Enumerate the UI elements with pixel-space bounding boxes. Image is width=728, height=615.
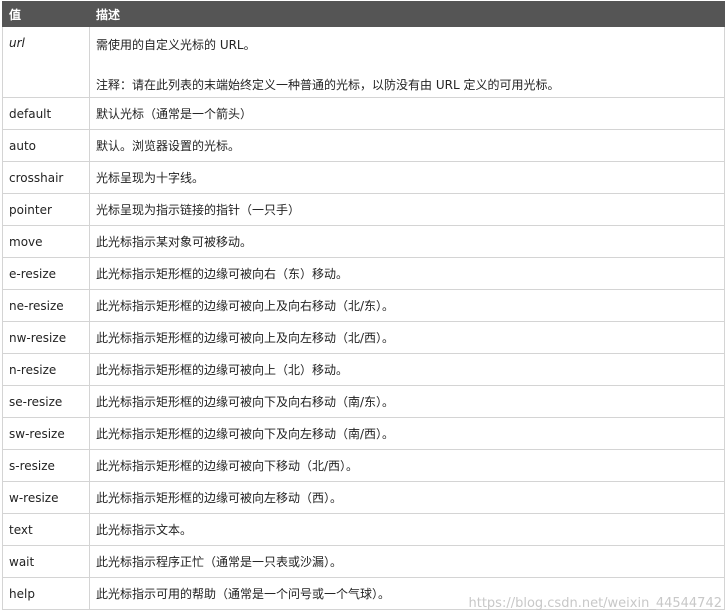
description-cell: 此光标指示文本。 [89, 513, 725, 546]
description-cell: 此光标指示矩形框的边缘可被向上及向左移动（北/西）。 [89, 321, 725, 354]
value-cell: wait [2, 545, 90, 578]
cursor-values-table-container: 值 描述 url 需使用的自定义光标的 URL。 注释：请在此列表的末端始终定义… [2, 1, 725, 610]
value-cell: url [2, 26, 90, 98]
description-cell: 此光标指示矩形框的边缘可被向上（北）移动。 [89, 353, 725, 386]
description-cell: 此光标指示某对象可被移动。 [89, 225, 725, 258]
value-cell: help [2, 577, 90, 610]
table-row: ne-resize 此光标指示矩形框的边缘可被向上及向右移动（北/东）。 [2, 289, 725, 322]
description-cell: 此光标指示矩形框的边缘可被向右（东）移动。 [89, 257, 725, 290]
description-cell: 此光标指示矩形框的边缘可被向上及向右移动（北/东）。 [89, 289, 725, 322]
description-cell: 默认光标（通常是一个箭头） [89, 97, 725, 130]
header-description: 描述 [89, 1, 725, 27]
description-cell: 此光标指示程序正忙（通常是一只表或沙漏）。 [89, 545, 725, 578]
table-row-url: url 需使用的自定义光标的 URL。 注释：请在此列表的末端始终定义一种普通的… [2, 26, 725, 98]
value-cell: n-resize [2, 353, 90, 386]
table-row: nw-resize 此光标指示矩形框的边缘可被向上及向左移动（北/西）。 [2, 321, 725, 354]
table-row: crosshair 光标呈现为十字线。 [2, 161, 725, 194]
table-row: e-resize 此光标指示矩形框的边缘可被向右（东）移动。 [2, 257, 725, 290]
table-row: auto 默认。浏览器设置的光标。 [2, 129, 725, 162]
value-cell: move [2, 225, 90, 258]
table-row: text 此光标指示文本。 [2, 513, 725, 546]
value-cell: se-resize [2, 385, 90, 418]
table-row: default 默认光标（通常是一个箭头） [2, 97, 725, 130]
description-cell: 此光标指示矩形框的边缘可被向左移动（西）。 [89, 481, 725, 514]
description-cell: 此光标指示矩形框的边缘可被向下及向左移动（南/西）。 [89, 417, 725, 450]
value-cell: w-resize [2, 481, 90, 514]
value-cell: auto [2, 129, 90, 162]
table-row: s-resize 此光标指示矩形框的边缘可被向下移动（北/西）。 [2, 449, 725, 482]
description-cell: 需使用的自定义光标的 URL。 注释：请在此列表的末端始终定义一种普通的光标，以… [89, 26, 725, 98]
value-cell: default [2, 97, 90, 130]
table-row: w-resize 此光标指示矩形框的边缘可被向左移动（西）。 [2, 481, 725, 514]
description-cell: 默认。浏览器设置的光标。 [89, 129, 725, 162]
value-cell: text [2, 513, 90, 546]
table-header-row: 值 描述 [2, 1, 725, 27]
value-cell: e-resize [2, 257, 90, 290]
value-text: url [9, 36, 25, 50]
header-value: 值 [2, 1, 90, 27]
table-row: wait 此光标指示程序正忙（通常是一只表或沙漏）。 [2, 545, 725, 578]
note-text: 注释：请在此列表的末端始终定义一种普通的光标，以防没有由 URL 定义的可用光标… [96, 78, 560, 92]
value-cell: pointer [2, 193, 90, 226]
table-row: move 此光标指示某对象可被移动。 [2, 225, 725, 258]
table-row: se-resize 此光标指示矩形框的边缘可被向下及向右移动（南/东）。 [2, 385, 725, 418]
description-text: 需使用的自定义光标的 URL。 [96, 38, 256, 52]
value-cell: nw-resize [2, 321, 90, 354]
value-cell: ne-resize [2, 289, 90, 322]
value-cell: s-resize [2, 449, 90, 482]
value-cell: crosshair [2, 161, 90, 194]
table-row: pointer 光标呈现为指示链接的指针（一只手） [2, 193, 725, 226]
description-cell: 光标呈现为十字线。 [89, 161, 725, 194]
description-cell: 此光标指示矩形框的边缘可被向下及向右移动（南/东）。 [89, 385, 725, 418]
cursor-values-table: 值 描述 url 需使用的自定义光标的 URL。 注释：请在此列表的末端始终定义… [2, 1, 725, 610]
description-cell: 此光标指示矩形框的边缘可被向下移动（北/西）。 [89, 449, 725, 482]
value-cell: sw-resize [2, 417, 90, 450]
table-row: n-resize 此光标指示矩形框的边缘可被向上（北）移动。 [2, 353, 725, 386]
description-cell: 光标呈现为指示链接的指针（一只手） [89, 193, 725, 226]
table-row: sw-resize 此光标指示矩形框的边缘可被向下及向左移动（南/西）。 [2, 417, 725, 450]
watermark: https://blog.csdn.net/weixin_44544742 [468, 596, 722, 611]
